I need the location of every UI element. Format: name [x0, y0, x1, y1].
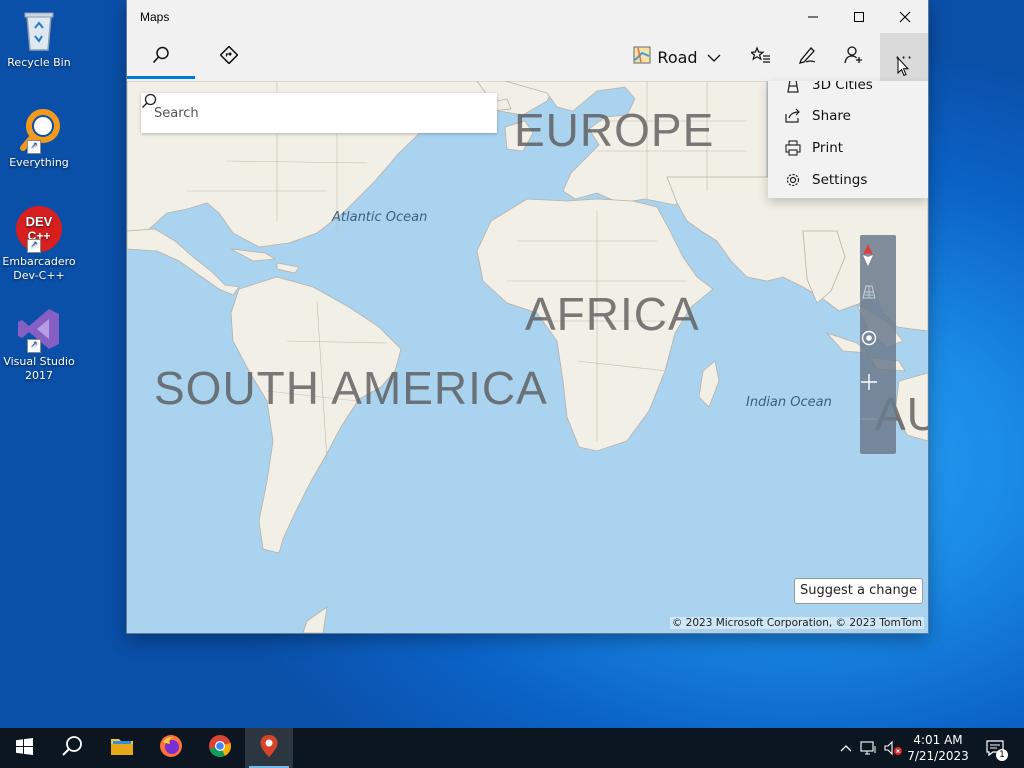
region-label-africa: AFRICA	[525, 288, 700, 340]
copyright-text: © 2023 Microsoft Corporation, © 2023 Tom…	[669, 617, 924, 629]
map-controls	[860, 235, 896, 454]
notification-count: 1	[996, 749, 1008, 761]
svg-text:DEV: DEV	[26, 214, 53, 229]
taskbar: 4:01 AM 7/21/2023 1	[0, 728, 1024, 768]
share-icon	[782, 108, 804, 124]
firefox-icon	[159, 734, 183, 762]
favorites-button[interactable]	[738, 33, 784, 81]
desktop-icon-recycle-bin[interactable]: Recycle Bin	[0, 6, 78, 70]
notification-icon: 1	[985, 739, 1008, 761]
desktop-icon-label: Recycle Bin	[7, 56, 71, 69]
maximize-button[interactable]	[836, 0, 882, 33]
desktop-icon-label: Visual Studio 2017	[3, 355, 75, 382]
shortcut-arrow-icon: ↗	[27, 239, 41, 253]
tilt-icon[interactable]	[860, 285, 896, 315]
desktop-icon-label: Embarcadero Dev-C++	[2, 255, 76, 282]
ink-pen-icon	[797, 45, 817, 69]
search-box[interactable]	[141, 93, 497, 133]
more-options-menu: 3D Cities Share Print Settings	[768, 81, 928, 198]
3d-cities-icon	[782, 81, 804, 93]
zoom-out-button[interactable]	[860, 417, 896, 447]
menu-item-label: Settings	[812, 172, 868, 188]
recycle-bin-icon	[15, 6, 63, 54]
gear-icon	[782, 172, 804, 188]
start-button[interactable]	[0, 728, 48, 768]
windows-logo-icon	[15, 737, 33, 759]
compass-icon[interactable]	[860, 243, 896, 279]
locate-me-icon[interactable]	[860, 329, 896, 359]
chrome-icon	[208, 734, 232, 762]
directions-tab[interactable]	[195, 33, 263, 81]
menu-item-settings[interactable]: Settings	[768, 164, 928, 196]
menu-item-3d-cities[interactable]: 3D Cities	[768, 81, 928, 101]
menu-item-print[interactable]: Print	[768, 132, 928, 164]
print-icon	[782, 140, 804, 156]
devcpp-icon: DEV C++ ↗	[15, 205, 63, 253]
clock-time: 4:01 AM	[913, 733, 963, 747]
search-icon	[61, 735, 83, 761]
system-clock[interactable]: 4:01 AM 7/21/2023	[898, 728, 978, 768]
tray-overflow-chevron-icon[interactable]	[836, 728, 856, 768]
zoom-in-button[interactable]	[860, 373, 896, 403]
search-icon[interactable]	[142, 93, 497, 133]
minimize-button[interactable]	[790, 0, 836, 33]
search-icon	[152, 46, 170, 68]
chevron-down-icon	[707, 48, 721, 67]
maps-toolbar: Road ···	[127, 33, 928, 81]
map-style-label: Road	[657, 47, 698, 67]
map-style-dropdown[interactable]: Road	[631, 33, 723, 81]
taskbar-firefox[interactable]	[147, 728, 195, 768]
desktop-icon-visual-studio[interactable]: ↗ Visual Studio 2017	[0, 305, 78, 383]
title-bar[interactable]: Maps	[127, 0, 928, 33]
account-button[interactable]	[830, 33, 876, 81]
region-label-south-america: SOUTH AMERICA	[154, 362, 548, 414]
close-button[interactable]	[882, 0, 928, 33]
ocean-label-indian: Indian Ocean	[746, 395, 832, 410]
action-center-button[interactable]: 1	[980, 728, 1010, 768]
search-tab[interactable]	[127, 33, 195, 81]
desktop-icon-everything[interactable]: ↗ Everything	[0, 106, 78, 170]
clock-date: 7/21/2023	[907, 749, 969, 763]
desktop-icon-label: Everything	[9, 156, 69, 169]
region-label-europe: EUROPE	[514, 104, 715, 156]
everything-search-icon: ↗	[15, 106, 63, 154]
suggest-change-button[interactable]: Suggest a change	[794, 578, 923, 604]
maps-window: Maps Road ··· EUROPE AFRICA SOUTH AMERIC…	[127, 0, 928, 633]
taskbar-maps[interactable]	[245, 728, 293, 768]
taskbar-search-button[interactable]	[48, 728, 96, 768]
search-input[interactable]	[152, 104, 457, 122]
shortcut-arrow-icon: ↗	[27, 339, 41, 353]
menu-item-label: Share	[812, 108, 851, 124]
menu-item-share[interactable]: Share	[768, 100, 928, 132]
directions-icon	[219, 45, 239, 68]
taskbar-file-explorer[interactable]	[98, 728, 146, 768]
window-title: Maps	[140, 9, 170, 24]
visual-studio-icon: ↗	[15, 305, 63, 353]
favorites-icon	[749, 46, 771, 68]
menu-item-label: 3D Cities	[812, 81, 873, 93]
map-style-icon	[633, 46, 651, 68]
folder-icon	[110, 736, 134, 760]
account-icon	[843, 45, 863, 69]
ink-button[interactable]	[784, 33, 830, 81]
ocean-label-atlantic: Atlantic Ocean	[332, 210, 428, 225]
network-icon[interactable]	[858, 728, 880, 768]
menu-item-label: Print	[812, 140, 844, 156]
maps-icon	[259, 734, 279, 762]
taskbar-chrome[interactable]	[196, 728, 244, 768]
shortcut-arrow-icon: ↗	[27, 140, 41, 154]
desktop-icon-devcpp[interactable]: DEV C++ ↗ Embarcadero Dev-C++	[0, 205, 78, 283]
mouse-cursor-icon	[897, 56, 910, 81]
